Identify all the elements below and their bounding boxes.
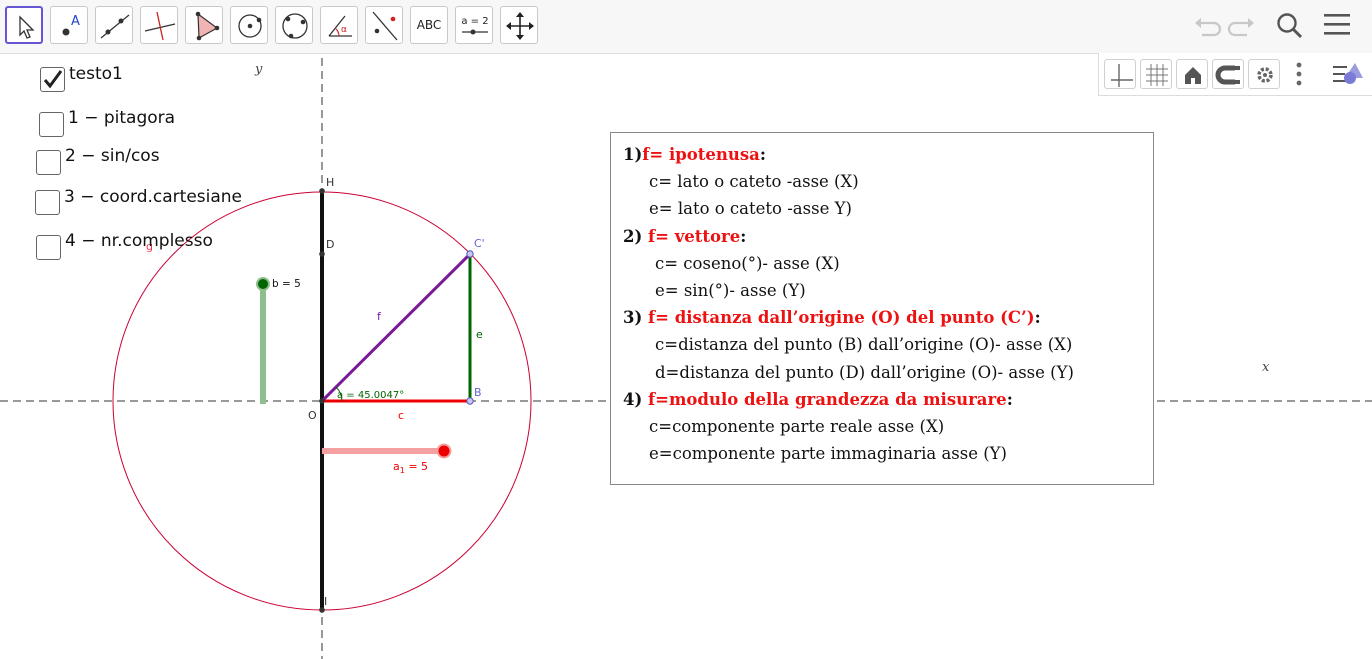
label-D: D [326,238,334,251]
text-line: c=distanza del punto (B) dall’origine (O… [623,331,1153,358]
slider-a1-label: a1 = 5 [393,460,428,475]
tool-perpendicular[interactable] [140,6,178,44]
checkbox-coord-cartesiane[interactable] [35,190,60,215]
text-line: 4) f=modulo della grandezza da misurare: [623,386,1153,413]
point-icon: A [62,14,80,36]
point-I[interactable] [319,607,325,613]
menu-icon[interactable] [1322,10,1354,42]
point-tool-label: A [71,14,80,29]
text-span: 1) [623,145,643,164]
text-span: c=componente parte reale asse (X) [649,417,945,437]
line-icon [100,14,130,39]
text-span: c= lato o cateto -asse (X) [649,172,859,192]
check-icon [43,70,63,89]
checkbox-pitagora[interactable] [39,112,64,137]
tool-point[interactable]: A [50,6,88,44]
slider-b-label: b = 5 [272,278,301,290]
circle-three-points-icon [282,13,308,39]
slider-tool-label: a = 2 [461,16,488,27]
text-line: e= lato o cateto -asse Y) [623,195,1153,222]
checkbox-label-testo1: testo1 [69,64,123,84]
checkbox-sin-cos[interactable] [36,150,61,175]
move-graphics-view-icon [506,12,534,40]
text-box-testo1: 1)f= ipotenusa: c= lato o cateto -asse (X… [610,132,1154,485]
angle-icon: α [328,15,352,37]
text-span: : [1006,389,1013,409]
label-I: I [324,595,327,608]
tool-angle[interactable]: α [320,6,358,44]
tool-move-view[interactable] [500,6,538,44]
tool-circle-three-points[interactable] [275,6,313,44]
text-span: 4) [623,389,649,409]
tool-move[interactable] [5,6,43,44]
tool-circle-center[interactable] [230,6,268,44]
label-H: H [326,176,334,189]
angle-tool-label: α [341,25,347,35]
toolbar: A α ABC a = 2 [0,0,1372,54]
text-span: f= vettore [648,226,741,246]
text-line: c= coseno(°)- asse (X) [623,250,1153,277]
text-span: d=distanza del punto (D) dall’origine (O… [655,362,1074,382]
slider-b-handle[interactable] [258,279,268,289]
text-line: 3) f= distanza dall’origine (O) del punt… [623,304,1153,331]
slider-a1-handle[interactable] [438,445,450,457]
reflect-icon [372,11,398,41]
text-span: f= distanza dall’origine (O) del punto (… [648,308,1035,328]
label-e: e [476,328,483,341]
tool-line[interactable] [95,6,133,44]
point-B[interactable] [466,397,474,405]
tool-polygon[interactable] [185,6,223,44]
label-O: O [308,409,317,422]
point-H[interactable] [319,188,325,194]
y-axis-label: y [255,62,263,77]
point-D[interactable] [319,251,325,257]
text-span: c= coseno(°)- asse (X) [655,253,840,273]
checkbox-testo1[interactable] [40,67,65,92]
point-O[interactable] [319,398,325,404]
text-line: c= lato o cateto -asse (X) [623,168,1153,195]
undo-icon[interactable] [1190,10,1222,42]
checkbox-label-nr-complesso: 4 − nr.complesso [65,231,213,251]
text-span: f= ipotenusa [642,145,760,164]
label-C-prime: C' [474,237,485,250]
text-span: : [1034,308,1041,328]
tool-text[interactable]: ABC [410,6,448,44]
text-span: : [740,226,747,246]
text-span: c=distanza del punto (B) dall’origine (O… [655,335,1073,355]
tool-slider[interactable]: a = 2 [455,6,493,44]
text-line: c=componente parte reale asse (X) [623,413,1153,440]
search-icon[interactable] [1274,10,1306,42]
text-icon: ABC [416,18,442,32]
checkbox-nr-complesso[interactable] [36,235,61,260]
circle-center-icon [238,14,262,38]
text-line: 2) f= vettore: [623,223,1153,250]
tool-reflect[interactable] [365,6,403,44]
text-span: 3) [623,308,649,328]
segment-f [320,252,472,403]
checkbox-label-sin-cos: 2 − sin/cos [65,146,160,166]
point-C-prime[interactable] [466,250,474,258]
move-pointer-icon [19,15,35,39]
text-span: : [759,145,766,164]
text-line: d=distanza del punto (D) dall’origine (O… [623,359,1153,386]
text-span: e= lato o cateto -asse Y) [649,199,852,219]
x-axis-label: x [1262,360,1270,375]
text-line: e= sin(°)- asse (Y) [623,277,1153,304]
checkbox-label-coord-cartesiane: 3 − coord.cartesiane [64,187,243,207]
polygon-icon [195,11,220,41]
text-span: e=componente parte immaginaria asse (Y) [649,444,1007,464]
slider-icon: a = 2 [461,16,489,35]
text-span: 2) [623,226,649,246]
redo-icon[interactable] [1227,10,1259,42]
checkbox-label-pitagora: 1 − pitagora [68,108,176,128]
label-B: B [474,386,482,399]
text-span: e= sin(°)- asse (Y) [655,281,806,301]
text-line: 1)f= ipotenusa: [623,141,1153,168]
label-f: f [377,310,382,323]
perpendicular-line-icon [144,11,176,41]
text-span: f=modulo della grandezza da misurare [648,389,1007,409]
label-c: c [398,409,404,422]
text-line: e=componente parte immaginaria asse (Y) [623,440,1153,467]
angle-label: a = 45.0047° [337,390,404,401]
